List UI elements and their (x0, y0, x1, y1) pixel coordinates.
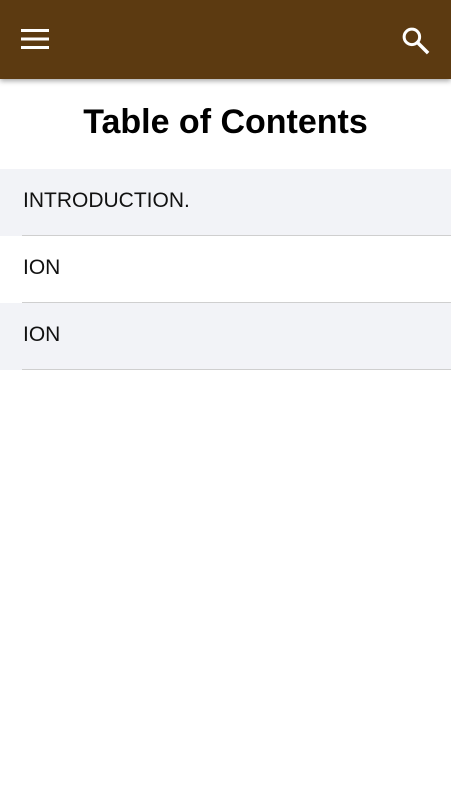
app-bar (0, 0, 451, 79)
search-button[interactable] (391, 16, 439, 64)
search-icon (402, 27, 430, 55)
page-title: Table of Contents (83, 103, 368, 141)
hamburger-menu-icon (21, 29, 49, 49)
toc-list: INTRODUCTION. ION ION (0, 169, 451, 370)
toc-item[interactable]: ION (0, 303, 451, 370)
toc-item[interactable]: ION (0, 236, 451, 303)
main-content: Table of Contents INTRODUCTION. ION ION (0, 79, 451, 370)
menu-button[interactable] (11, 19, 59, 59)
toc-item-introduction[interactable]: INTRODUCTION. (0, 169, 451, 236)
